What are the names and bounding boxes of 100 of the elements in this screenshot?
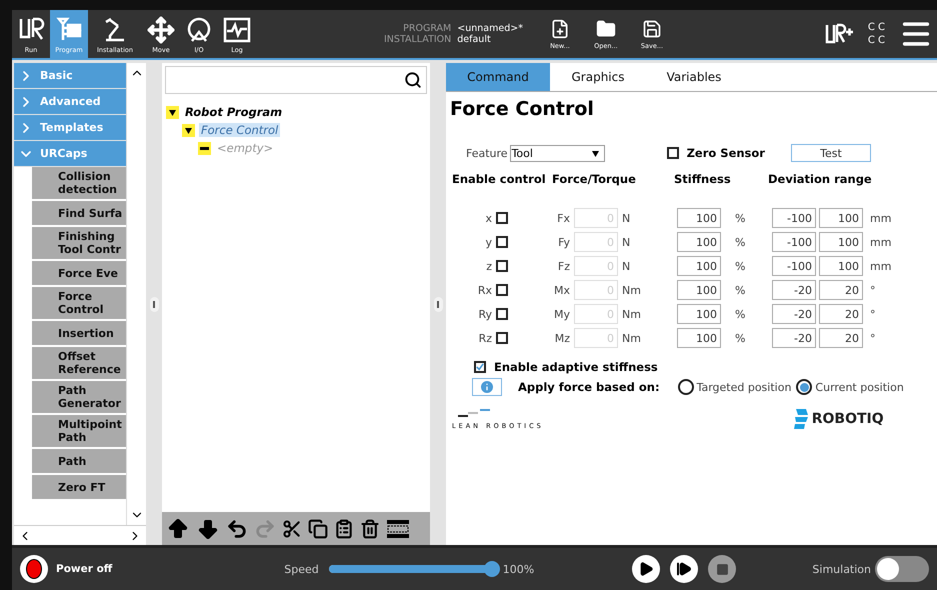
unit-label: °: [869, 308, 876, 320]
urcap-item[interactable]: Insertion: [32, 321, 126, 347]
search-field[interactable]: [165, 66, 427, 94]
checkbox[interactable]: [474, 361, 486, 373]
unit-label: %: [734, 308, 746, 320]
urcap-item[interactable]: Path: [32, 449, 126, 475]
unit-label: N: [622, 236, 632, 248]
unit-label: Nm: [622, 284, 642, 296]
radio-label: Targeted position: [696, 380, 792, 394]
copy-icon[interactable]: [308, 518, 328, 538]
search-icon[interactable]: [404, 71, 422, 89]
urcap-logo-icon[interactable]: [824, 23, 854, 45]
new-file-icon: [550, 18, 570, 38]
splitter-handle[interactable]: [150, 296, 158, 312]
urcap-item[interactable]: Finishing Tool Contr: [32, 227, 126, 261]
delete-icon[interactable]: [360, 518, 380, 538]
force-label: Fz: [556, 260, 571, 272]
unit-label: mm: [869, 236, 892, 248]
min-field[interactable]: -20: [772, 304, 816, 324]
waveform-icon: [222, 16, 252, 44]
info-icon: [479, 379, 495, 395]
empty-node-icon: [198, 142, 211, 154]
apply-force-label: Apply force based on:: [518, 380, 660, 394]
urcap-item[interactable]: Offset Reference: [32, 347, 126, 381]
stop-button[interactable]: [708, 555, 736, 583]
info-button[interactable]: [472, 378, 502, 396]
max-field[interactable]: 100: [819, 208, 863, 228]
unit-label: %: [734, 332, 746, 344]
tree-node[interactable]: Robot Program: [183, 105, 284, 119]
checkbox[interactable]: [666, 147, 679, 159]
max-field[interactable]: 20: [819, 304, 863, 324]
move-up-icon[interactable]: [166, 516, 190, 540]
min-field[interactable]: -100: [772, 208, 816, 228]
unit-label: mm: [869, 212, 892, 224]
urcap-item[interactable]: Path Generator: [32, 381, 126, 415]
checkbox[interactable]: [496, 308, 508, 320]
axis-label: Rx: [476, 284, 493, 296]
suppress-icon[interactable]: [386, 518, 410, 538]
unit-label: Nm: [622, 332, 642, 344]
expand-toggle[interactable]: [182, 124, 195, 136]
urcap-item[interactable]: Find Surfa: [32, 201, 126, 227]
radio-button[interactable]: [678, 379, 694, 395]
min-field[interactable]: -100: [772, 256, 816, 276]
unit-label: Nm: [622, 308, 642, 320]
checkbox[interactable]: [496, 332, 508, 344]
caret-down-icon: [590, 148, 600, 158]
tree-node[interactable]: Force Control: [199, 123, 280, 137]
max-field[interactable]: 20: [819, 328, 863, 348]
max-field[interactable]: 20: [819, 280, 863, 300]
tab[interactable]: Command: [446, 63, 550, 91]
max-field[interactable]: 100: [819, 256, 863, 276]
expand-toggle[interactable]: [166, 106, 179, 118]
play-button[interactable]: [632, 555, 660, 583]
program-name: <unnamed>*: [457, 23, 523, 34]
column-header: Stiffness: [674, 172, 732, 186]
installation-label: INSTALLATION: [384, 34, 452, 45]
stiffness-field[interactable]: 100: [677, 304, 721, 324]
urcap-item[interactable]: Force Eve: [32, 261, 126, 287]
stiffness-field[interactable]: 100: [677, 208, 721, 228]
speed-slider[interactable]: [326, 561, 499, 577]
column-header: Enable control: [452, 172, 547, 186]
min-field[interactable]: -100: [772, 232, 816, 252]
urcap-item[interactable]: Force Control: [32, 287, 126, 321]
unit-label: %: [734, 260, 746, 272]
move-icon: [147, 16, 175, 44]
step-button[interactable]: [670, 555, 698, 583]
urcap-item[interactable]: Collision detection: [32, 167, 126, 201]
undo-icon[interactable]: [226, 518, 248, 540]
folder-icon: [596, 18, 616, 38]
stiffness-field[interactable]: 100: [677, 256, 721, 276]
cut-icon[interactable]: [282, 518, 302, 538]
force-label: Mz: [554, 332, 571, 344]
simulation-toggle[interactable]: [875, 556, 929, 582]
min-field[interactable]: -20: [772, 328, 816, 348]
feature-dropdown[interactable]: Tool: [510, 144, 605, 162]
urcap-item[interactable]: Multipoint Path: [32, 415, 126, 449]
status-text: C C: [868, 34, 885, 47]
robotiq-logo: ROBOTIQ: [812, 411, 884, 427]
stop-icon: [716, 562, 729, 576]
checkbox[interactable]: [496, 236, 508, 248]
urcap-item[interactable]: Zero FT: [32, 475, 126, 501]
feature-label: Feature: [466, 146, 508, 160]
splitter-handle[interactable]: [434, 296, 442, 312]
robotiq-icon: [794, 408, 810, 430]
stiffness-field[interactable]: 100: [677, 232, 721, 252]
power-button[interactable]: [20, 555, 48, 583]
checkbox[interactable]: [496, 284, 508, 296]
min-field[interactable]: -20: [772, 280, 816, 300]
max-field[interactable]: 100: [819, 232, 863, 252]
checkbox[interactable]: [496, 260, 508, 272]
page-title: Force Control: [450, 98, 595, 120]
stiffness-field[interactable]: 100: [677, 280, 721, 300]
checkbox[interactable]: [496, 212, 508, 224]
force-label: Mx: [552, 284, 571, 296]
stiffness-field[interactable]: 100: [677, 328, 721, 348]
radio-button[interactable]: [796, 379, 812, 395]
installation-name: default: [457, 34, 492, 45]
unit-label: %: [734, 212, 746, 224]
test-button[interactable]: Test: [790, 144, 871, 162]
paste-icon[interactable]: [334, 518, 354, 538]
